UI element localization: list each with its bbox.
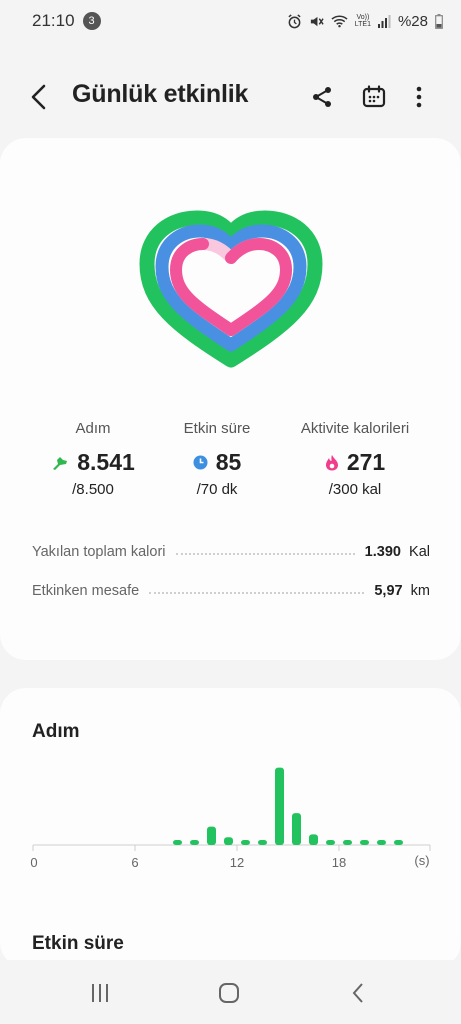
status-time: 21:10: [32, 11, 75, 30]
wifi-icon: [331, 15, 348, 28]
x-tick-label: 18: [332, 855, 346, 870]
x-tick-label: 0: [30, 855, 37, 870]
row-value: 1.390 Kal: [364, 544, 430, 560]
calories-value: 271: [346, 449, 386, 475]
nav-back-button[interactable]: [340, 980, 376, 1006]
steps-bar-chart[interactable]: 0 6 12 18 (s): [0, 688, 461, 888]
home-icon: [219, 983, 239, 1003]
step-bar[interactable]: [258, 840, 267, 845]
dotted-leader: [149, 592, 365, 594]
step-bar[interactable]: [241, 840, 250, 845]
notification-count-badge: 3: [82, 12, 101, 30]
calendar-button[interactable]: [357, 80, 391, 114]
step-bar[interactable]: [360, 840, 369, 845]
step-bar[interactable]: [292, 813, 301, 845]
total-calories-row: Yakılan toplam kalori 1.390 Kal: [32, 544, 430, 560]
back-button[interactable]: [22, 80, 56, 114]
step-bar[interactable]: [207, 826, 216, 845]
flame-icon: [325, 455, 338, 471]
more-vertical-icon: [416, 86, 422, 108]
x-tick-label: 12: [230, 855, 244, 870]
distance-row: Etkinken mesafe 5,97 km: [32, 583, 430, 599]
calories-stat[interactable]: Aktivite kalorileri 271 /300 kal: [280, 420, 430, 498]
active-time-goal: /70 dk: [196, 481, 238, 498]
recents-icon: [92, 984, 108, 1002]
page-title: Günlük etkinlik: [72, 80, 249, 108]
step-bar[interactable]: [377, 840, 386, 845]
shoe-icon: [53, 456, 68, 470]
dotted-leader: [175, 553, 355, 555]
battery-icon: [435, 13, 443, 29]
home-button[interactable]: [211, 980, 247, 1006]
step-bar[interactable]: [343, 840, 352, 845]
calendar-icon: [362, 85, 386, 108]
activity-rings-heart[interactable]: [135, 210, 327, 370]
active-time-value: 85: [215, 449, 242, 475]
recents-button[interactable]: [82, 980, 118, 1006]
row-label: Yakılan toplam kalori: [32, 544, 166, 560]
calories-goal: /300 kal: [328, 481, 382, 498]
clock-icon: [193, 455, 208, 470]
x-tick-label: 6: [131, 855, 138, 870]
x-unit-label: (s): [414, 853, 429, 868]
step-bar[interactable]: [224, 837, 233, 845]
stat-label: Etkin süre: [183, 420, 251, 437]
navigation-bar: [0, 960, 461, 1024]
app-bar: Günlük etkinlik: [0, 70, 461, 122]
nav-back-icon: [352, 983, 363, 1003]
share-button[interactable]: [305, 80, 339, 114]
row-label: Etkinken mesafe: [32, 583, 140, 599]
steps-chart-card: Adım 0 6 12 18 (s) Etkin süre: [0, 688, 461, 968]
status-bar: 21:10 3 Vo)) LTE1 %28: [0, 0, 461, 42]
daily-activity-card: Adım 8.541 /8.500 Etkin süre 85 /70 dk A…: [0, 138, 461, 660]
step-bar[interactable]: [190, 840, 199, 845]
stat-label: Aktivite kalorileri: [300, 420, 410, 437]
active-time-stat[interactable]: Etkin süre 85 /70 dk: [142, 420, 292, 498]
alarm-icon: [288, 13, 301, 28]
step-bar[interactable]: [173, 840, 182, 845]
step-bar[interactable]: [326, 840, 335, 845]
back-arrow-icon: [31, 84, 46, 110]
mute-icon: [310, 16, 324, 26]
step-bar[interactable]: [394, 840, 403, 845]
row-value: 5,97 km: [374, 583, 430, 599]
share-icon: [313, 87, 331, 107]
signal-icon: [377, 14, 391, 28]
steps-value: 8.541: [77, 449, 135, 475]
more-options-button[interactable]: [402, 80, 436, 114]
step-bar[interactable]: [275, 767, 284, 845]
active-time-section-title[interactable]: Etkin süre: [32, 933, 124, 955]
step-bar[interactable]: [309, 834, 318, 845]
battery-percent: %28: [397, 12, 428, 30]
volte-lte-label: Vo)) LTE1: [354, 14, 371, 28]
